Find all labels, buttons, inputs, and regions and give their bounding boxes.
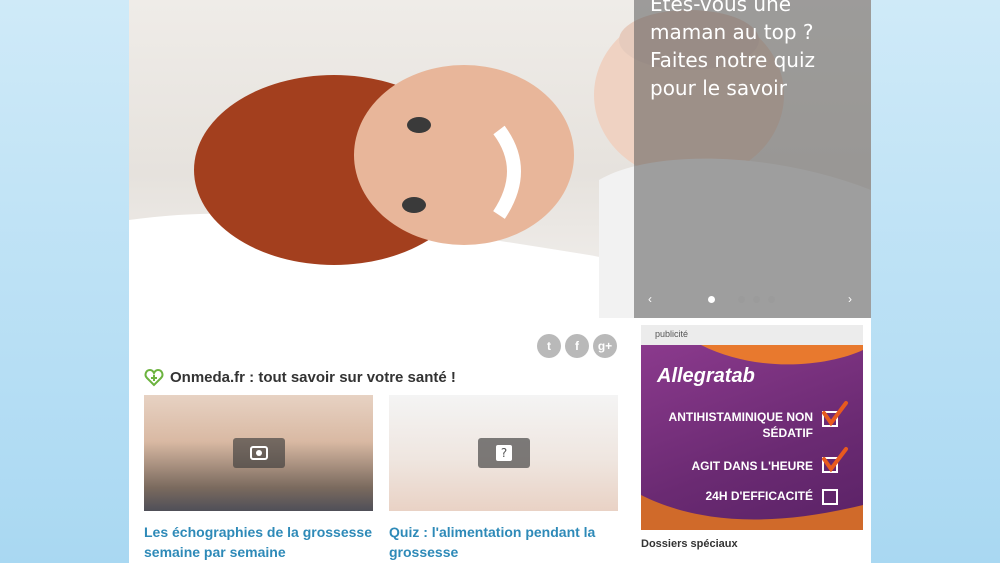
- twitter-icon[interactable]: t: [537, 334, 561, 358]
- dossiers-speciaux-title: Dossiers spéciaux: [641, 538, 738, 550]
- svg-text:?: ?: [500, 446, 506, 460]
- ad-checkmarks: [822, 401, 848, 473]
- slider-dot-3[interactable]: [753, 296, 760, 303]
- onmeda-logo-icon: [144, 368, 164, 387]
- slider-prev-icon[interactable]: ‹: [648, 292, 652, 306]
- slider-dot-1[interactable]: [708, 296, 715, 303]
- section-title: Onmeda.fr : tout savoir sur votre santé …: [170, 368, 456, 386]
- section-heading: Onmeda.fr : tout savoir sur votre santé …: [144, 366, 456, 388]
- googleplus-icon[interactable]: g+: [593, 334, 617, 358]
- ad-banner[interactable]: Allegratab ANTIHISTAMINIQUE NON SÉDATIF …: [641, 345, 863, 530]
- ad-label: publicité: [655, 329, 689, 339]
- quiz-icon: ?: [477, 438, 530, 468]
- slider-next-icon[interactable]: ›: [848, 292, 852, 306]
- card-image[interactable]: ?: [389, 395, 618, 511]
- slider-dot-4[interactable]: [768, 296, 775, 303]
- hero-caption-panel[interactable]: Êtes-vous une maman au top ? Faites notr…: [634, 0, 871, 318]
- article-card-quiz-alimentation[interactable]: ? Quiz : l'alimentation pendant la gross…: [389, 395, 618, 562]
- card-image[interactable]: [144, 395, 373, 511]
- article-card-echographies[interactable]: Les échographies de la grossesse semaine…: [144, 395, 373, 562]
- facebook-icon[interactable]: f: [565, 334, 589, 358]
- ad-label-bar: publicité: [641, 325, 863, 345]
- camera-icon: [232, 438, 285, 468]
- card-title[interactable]: Les échographies de la grossesse semaine…: [144, 522, 373, 562]
- page: Êtes-vous une maman au top ? Faites notr…: [129, 0, 871, 563]
- slider-dot-2[interactable]: [738, 296, 745, 303]
- hero-headline[interactable]: Êtes-vous une maman au top ? Faites notr…: [650, 0, 865, 102]
- hero-slider[interactable]: Êtes-vous une maman au top ? Faites notr…: [129, 0, 871, 318]
- slider-controls: ‹ ›: [634, 292, 871, 306]
- card-title[interactable]: Quiz : l'alimentation pendant la grosses…: [389, 522, 618, 562]
